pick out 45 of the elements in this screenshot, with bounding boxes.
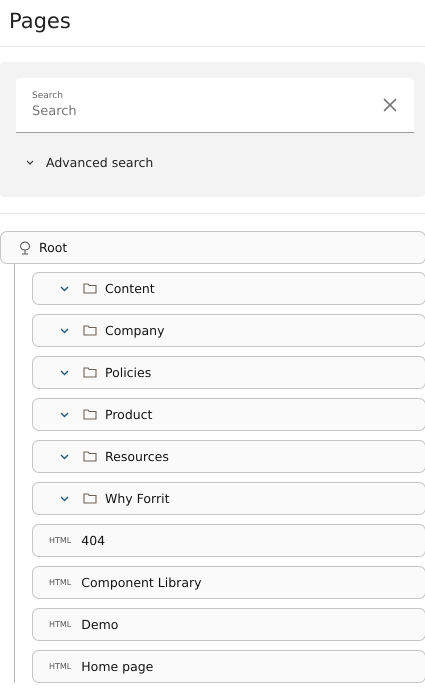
chevron-down-icon[interactable] — [60, 496, 69, 502]
tree-item-label: Policies — [105, 365, 152, 380]
folder-item[interactable]: Company — [32, 314, 425, 347]
folder-icon — [83, 325, 97, 336]
folder-icon — [83, 451, 97, 462]
tree-item-label: Root — [39, 240, 68, 255]
chevron-down-icon[interactable] — [60, 328, 69, 334]
tree-root-item[interactable]: Root — [0, 231, 425, 264]
search-field[interactable]: Search — [32, 104, 382, 119]
chevron-down-icon[interactable] — [60, 370, 69, 376]
tree-item-label: Company — [105, 323, 164, 338]
folder-icon — [83, 367, 97, 378]
page-title: Pages — [8, 8, 72, 35]
page-type-label: HTML — [49, 620, 72, 629]
tree-item-label: Component Library — [81, 575, 202, 590]
chevron-down-icon — [26, 160, 34, 165]
folder-icon — [83, 493, 97, 504]
tree-icon — [19, 240, 31, 254]
folder-item[interactable]: Resources — [32, 440, 425, 473]
page-type-label: HTML — [49, 578, 72, 587]
folder-item[interactable]: Policies — [32, 356, 425, 389]
page-type-label: HTML — [49, 662, 72, 671]
tree-item-label: Home page — [81, 659, 154, 674]
tree-item-label: Product — [105, 407, 152, 422]
chevron-down-icon[interactable] — [60, 286, 69, 292]
chevron-down-icon[interactable] — [60, 454, 69, 460]
page-item[interactable]: HTML 404 — [32, 524, 425, 557]
close-icon[interactable] — [382, 97, 398, 113]
folder-item[interactable]: Product — [32, 398, 425, 431]
field-label: Search — [32, 91, 64, 101]
tree-item-label: Why Forrit — [105, 491, 170, 506]
page-item[interactable]: HTML Component Library — [32, 566, 425, 599]
folder-item[interactable]: Why Forrit — [32, 482, 425, 515]
tree-item-label: Content — [105, 281, 155, 296]
folder-icon — [83, 283, 97, 294]
folder-icon — [83, 409, 97, 420]
page-item[interactable]: HTML Home page — [32, 650, 425, 683]
page-item[interactable]: HTML Demo — [32, 608, 425, 641]
advanced-search-toggle[interactable]: Advanced search — [16, 155, 154, 170]
tree-item-label: 404 — [81, 533, 106, 548]
tree-item-label: Demo — [81, 617, 118, 632]
folder-item[interactable]: Content — [32, 272, 425, 305]
tree-item-label: Resources — [105, 449, 169, 464]
chevron-down-icon[interactable] — [60, 412, 69, 418]
page-type-label: HTML — [49, 536, 72, 545]
